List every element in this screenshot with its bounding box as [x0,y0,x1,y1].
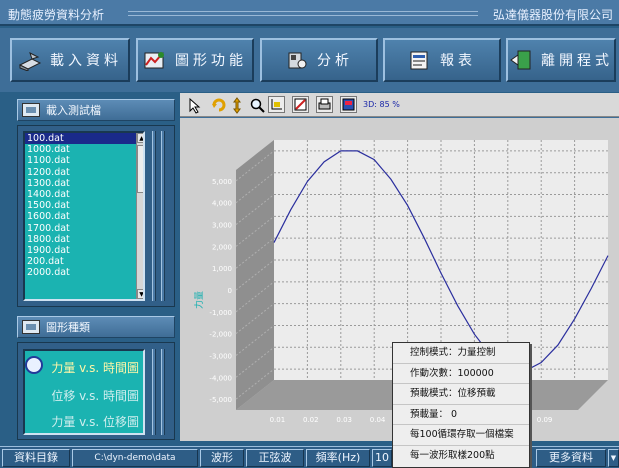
x-tick-label: 0.04 [370,416,386,424]
scroll-down-arrow-icon[interactable]: ▼ [137,289,143,299]
file-list[interactable]: 100.dat 1000.dat 1100.dat 1200.dat 1300.dat 1… [23,131,145,301]
exit-label: 離開程式 [541,53,613,69]
file-list-item[interactable]: 1500.dat [25,200,143,211]
y-tick-label: 0 [228,287,232,295]
load-file-panel: 100.dat 1000.dat 1100.dat 1200.dat 1300.dat 1… [17,125,175,307]
menu-item-preload-amount[interactable]: 預載量： 0 [393,405,529,425]
panel-rail [161,131,165,301]
report-label: 報表 [440,53,476,69]
app-title: 動態疲勞資料分析 [8,8,105,22]
file-list-item[interactable]: 1400.dat [25,189,143,200]
panel-rail [152,349,156,435]
menu-item-save-interval[interactable]: 每100循環存取一個檔案 [393,425,529,446]
pointer-icon[interactable] [186,96,203,114]
y-axis-label: 力量 [193,291,205,309]
chart-type-panel: 力量 v.s. 時間圖 位移 v.s. 時間圖 力量 v.s. 位移圖 [17,342,175,440]
chart-type-icon [22,320,40,334]
analysis-label: 分析 [317,53,353,69]
exit-button[interactable]: 離開程式 [506,38,616,82]
more-data-dropdown-icon[interactable]: ▼ [608,449,619,467]
file-list-item[interactable]: 200.dat [25,256,143,267]
load-file-panel-label: 載入測試檔 [46,104,101,117]
move-icon[interactable] [228,96,245,114]
x-tick-label: 0.09 [537,416,553,424]
y-axis-ticks: 5,000 4,000 3,000 2,000 1,000 0 -1,000 -2,000 -3… [209,178,232,404]
graph-function-label: 圖形功能 [175,53,247,69]
analysis-button[interactable]: 分析 [260,38,378,82]
graph-function-icon [143,49,167,71]
report-button[interactable]: 報表 [383,38,501,82]
analysis-icon [285,49,309,71]
chart-type-option-force-displacement[interactable]: 力量 v.s. 位移圖 [51,413,139,430]
file-list-item[interactable]: 100.dat [25,133,143,145]
y-tick-label: 5,000 [212,178,232,186]
load-data-icon [18,49,42,72]
menu-item-preload-mode[interactable]: 預載模式：位移預載 [393,384,529,405]
more-data-menu: 控制模式：力量控制 作動次數：100000 預載模式：位移預載 預載量： 0 每… [392,342,530,468]
title-rule [128,11,478,16]
exit-icon [509,49,533,71]
radio-selected-icon [25,356,44,374]
file-list-item[interactable]: 2000.dat [25,267,143,278]
y-tick-label: -1,000 [209,309,232,317]
y-tick-label: -4,000 [209,374,232,382]
more-data-button[interactable]: 更多資料 [536,449,606,467]
chart-toolbar: 3D: 85 % [180,93,619,117]
file-list-item[interactable]: 1600.dat [25,211,143,222]
main-toolbar: 載入資料 圖形功能 分析 報表 離開程式 [0,28,619,92]
file-list-scrollbar[interactable]: ▲ ▼ [136,133,143,299]
y-tick-label: 4,000 [212,200,232,208]
zoom-icon[interactable] [248,96,265,113]
status-waveform-label: 波形 [200,449,244,467]
file-list-item[interactable]: 1300.dat [25,178,143,189]
file-list-item[interactable]: 1200.dat [25,167,143,178]
title-bar: 動態疲勞資料分析 弘達儀器股份有限公司 [0,0,619,26]
load-data-label: 載入資料 [50,53,122,69]
scroll-up-arrow-icon[interactable]: ▲ [137,133,143,143]
chart-type-list: 力量 v.s. 時間圖 位移 v.s. 時間圖 力量 v.s. 位移圖 [23,349,145,435]
scroll-thumb[interactable] [137,145,143,193]
load-file-panel-title: 載入測試檔 [17,99,175,121]
menu-item-sampling[interactable]: 每一波形取樣200點 [393,446,529,467]
status-data-dir-label: 資料目錄 [2,449,70,467]
folder-icon [22,103,40,117]
chart-type-option-force-time[interactable]: 力量 v.s. 時間圖 [25,356,139,376]
load-data-button[interactable]: 載入資料 [10,38,130,82]
status-frequency-label: 頻率(Hz) [306,449,370,467]
y-tick-label: 1,000 [212,265,232,273]
status-frequency-value: 10 [372,449,392,467]
export-icon[interactable] [340,96,357,113]
y-tick-label: -5,000 [209,396,232,404]
rotate-icon[interactable] [210,96,227,113]
chart-edit-icon[interactable] [292,96,309,113]
x-tick-label: 0.02 [303,416,319,424]
menu-item-cycle-count[interactable]: 作動次數：100000 [393,364,529,384]
print-icon[interactable] [316,96,333,113]
panel-rail [161,349,165,435]
company-name: 弘達儀器股份有限公司 [492,8,613,22]
chart-type-panel-title: 圖形種類 [17,316,175,338]
y-tick-label: 3,000 [212,222,232,230]
y-tick-label: -3,000 [209,352,232,360]
axes-icon[interactable] [268,96,285,113]
chart-type-panel-label: 圖形種類 [46,321,90,334]
y-tick-label: 2,000 [212,243,232,251]
y-tick-label: -2,000 [209,331,232,339]
file-list-item[interactable]: 1700.dat [25,223,143,234]
x-tick-label: 0.01 [270,416,286,424]
report-icon [408,49,432,71]
panel-rail [152,131,156,301]
graph-function-button[interactable]: 圖形功能 [136,38,254,82]
file-list-item[interactable]: 1000.dat [25,144,143,155]
chart-type-option-displacement-time[interactable]: 位移 v.s. 時間圖 [51,387,139,404]
zoom-level: 3D: 85 % [363,100,400,109]
file-list-item[interactable]: 1100.dat [25,155,143,166]
file-list-item[interactable]: 1800.dat [25,234,143,245]
status-waveform-value: 正弦波 [246,449,304,467]
status-data-dir-value: C:\dyn-demo\data [72,449,198,467]
x-tick-label: 0.03 [336,416,352,424]
menu-item-control-mode[interactable]: 控制模式：力量控制 [393,343,529,364]
file-list-item[interactable]: 1900.dat [25,245,143,256]
